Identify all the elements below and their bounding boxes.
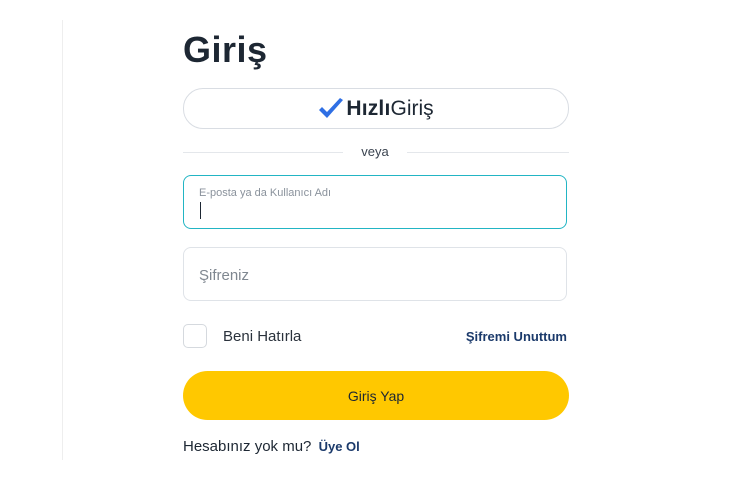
text-caret (200, 202, 201, 219)
separator-line-right (407, 152, 569, 153)
separator-line-left (183, 152, 343, 153)
remember-me-checkbox[interactable] (183, 324, 207, 348)
email-field[interactable]: E-posta ya da Kullanıcı Adı (183, 175, 567, 229)
quick-login-brand-bold: Hızlı (346, 96, 391, 120)
signup-link[interactable]: Üye Ol (319, 439, 360, 454)
separator-text: veya (361, 144, 389, 159)
password-field[interactable]: Şifreniz (183, 247, 567, 301)
login-page: Giriş Hızlı Giriş veya E-posta ya da Kul… (0, 0, 745, 501)
quick-login-brand-light: Giriş (390, 96, 434, 120)
forgot-password-link[interactable]: Şifremi Unuttum (466, 329, 567, 344)
remember-me-label: Beni Hatırla (223, 327, 302, 345)
signup-row: Hesabınız yok mu? Üye Ol (183, 438, 360, 455)
email-field-label: E-posta ya da Kullanıcı Adı (199, 187, 332, 199)
signup-prompt: Hesabınız yok mu? (183, 438, 312, 455)
separator: veya (183, 143, 569, 163)
quick-login-button[interactable]: Hızlı Giriş (183, 88, 569, 129)
left-divider (62, 20, 63, 460)
checkmark-icon (319, 97, 344, 118)
page-title: Giriş (183, 29, 268, 70)
password-placeholder: Şifreniz (199, 267, 250, 284)
login-button[interactable]: Giriş Yap (183, 371, 569, 420)
remember-me[interactable]: Beni Hatırla (183, 324, 301, 348)
